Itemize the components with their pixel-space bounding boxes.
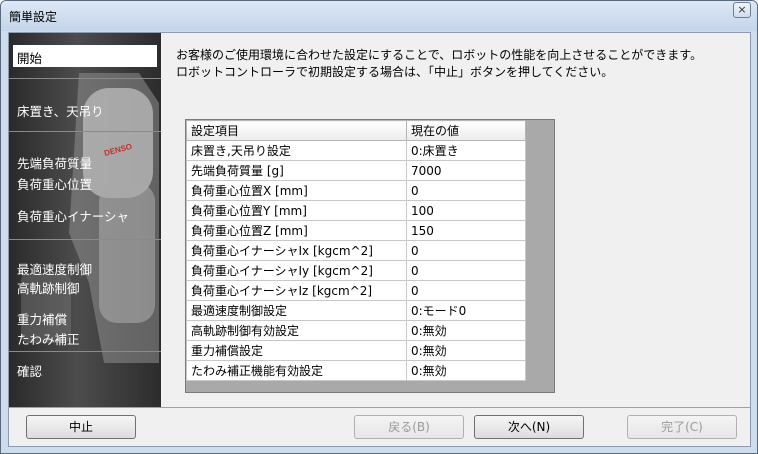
sidebar-item-gravity-comp: 重力補償 [17, 312, 68, 327]
setting-name: 負荷重心イナーシャIx [kgcm^2] [186, 240, 407, 261]
table-row[interactable]: 負荷重心イナーシャIy [kgcm^2] 0 [186, 260, 526, 281]
setting-value: 0 [406, 280, 526, 301]
setting-name: 負荷重心位置Y [mm] [186, 200, 407, 221]
table-header-row: 設定項目 現在の値 [186, 120, 526, 141]
setting-name: 最適速度制御設定 [186, 300, 407, 321]
setting-name: 先端負荷質量 [g] [186, 160, 407, 181]
setting-value: 0:床置き [406, 140, 526, 161]
setting-name: 負荷重心イナーシャIy [kgcm^2] [186, 260, 407, 281]
setting-value: 0:無効 [406, 320, 526, 341]
sidebar-item-payload-inertia: 負荷重心イナーシャ [17, 209, 130, 224]
sidebar-item-start: 開始 [13, 45, 157, 67]
setting-value: 100 [406, 200, 526, 221]
setting-value: 0:無効 [406, 340, 526, 361]
setting-value: 0:無効 [406, 360, 526, 381]
description-text: お客様のご使用環境に合わせた設定にすることで、ロボットの性能を向上させることがで… [176, 47, 702, 81]
table-row[interactable]: 負荷重心イナーシャIx [kgcm^2] 0 [186, 240, 526, 261]
sidebar-item-payload-mass: 先端負荷質量 [17, 156, 93, 171]
table-row[interactable]: 最適速度制御設定 0:モード0 [186, 300, 526, 321]
setting-name: 負荷重心位置X [mm] [186, 180, 407, 201]
sidebar-divider [9, 239, 161, 240]
column-header-item[interactable]: 設定項目 [186, 120, 407, 141]
table-row[interactable]: 重力補償設定 0:無効 [186, 340, 526, 361]
sidebar-item-deflection: たわみ補正 [17, 332, 80, 347]
table-row[interactable]: 負荷重心位置Z [mm] 150 [186, 220, 526, 241]
setting-value: 0 [406, 240, 526, 261]
settings-table-panel: 設定項目 現在の値 床置き,天吊り設定 0:床置き 先端負荷質量 [g] 7000 … [185, 119, 555, 393]
setting-name: 高軌跡制御有効設定 [186, 320, 407, 341]
table-row[interactable]: 高軌跡制御有効設定 0:無効 [186, 320, 526, 341]
table-row[interactable]: 負荷重心位置X [mm] 0 [186, 180, 526, 201]
setting-value: 0 [406, 260, 526, 281]
setting-value: 0 [406, 180, 526, 201]
table-row[interactable]: たわみ補正機能有効設定 0:無効 [186, 360, 526, 381]
setting-name: 重力補償設定 [186, 340, 407, 361]
sidebar-item-mounting: 床置き、天吊り [17, 104, 104, 119]
sidebar-item-confirm: 確認 [17, 364, 43, 379]
table-row[interactable]: 先端負荷質量 [g] 7000 [186, 160, 526, 181]
setting-name: 負荷重心イナーシャIz [kgcm^2] [186, 280, 407, 301]
table-row[interactable]: 床置き,天吊り設定 0:床置き [186, 140, 526, 161]
sidebar-divider [9, 78, 161, 79]
next-button[interactable]: 次へ(N) [474, 415, 584, 439]
sidebar-divider [9, 131, 161, 132]
window-title: 簡単設定 [9, 10, 58, 24]
back-button[interactable]: 戻る(B) [354, 415, 464, 439]
description-line-1: お客様のご使用環境に合わせた設定にすることで、ロボットの性能を向上させることがで… [176, 48, 703, 62]
footer-divider [9, 407, 750, 408]
settings-table: 設定項目 現在の値 床置き,天吊り設定 0:床置き 先端負荷質量 [g] 7000 … [186, 120, 526, 381]
sidebar-item-path-control: 高軌跡制御 [17, 281, 80, 296]
table-row[interactable]: 負荷重心イナーシャIz [kgcm^2] 0 [186, 280, 526, 301]
setting-name: 負荷重心位置Z [mm] [186, 220, 407, 241]
setting-value: 0:モード0 [406, 300, 526, 321]
sidebar-divider [9, 351, 161, 352]
title-bar[interactable]: 簡単設定 × [1, 1, 757, 31]
sidebar-item-speed-control: 最適速度制御 [17, 262, 93, 277]
cancel-button[interactable]: 中止 [26, 415, 136, 439]
close-icon: × [737, 3, 747, 16]
setting-value: 150 [406, 220, 526, 241]
setting-value: 7000 [406, 160, 526, 181]
description-line-2: ロボットコントローラで初期設定する場合は、「中止」ボタンを押してください。 [176, 65, 614, 79]
finish-button[interactable]: 完了(C) [627, 415, 737, 439]
wizard-client-area: DENSO 開始 床置き、天吊り 先端負荷質量 負荷重心位置 負荷重心イナーシャ… [8, 32, 751, 447]
step-sidebar: DENSO 開始 床置き、天吊り 先端負荷質量 負荷重心位置 負荷重心イナーシャ… [9, 33, 161, 407]
column-header-value[interactable]: 現在の値 [406, 120, 526, 141]
setting-name: 床置き,天吊り設定 [186, 140, 407, 161]
table-row[interactable]: 負荷重心位置Y [mm] 100 [186, 200, 526, 221]
wizard-window: 簡単設定 × DENSO 開始 床置き、天吊り 先端負荷質量 負荷重心位置 負荷… [0, 0, 758, 454]
setting-name: たわみ補正機能有効設定 [186, 360, 407, 381]
sidebar-item-payload-center: 負荷重心位置 [17, 177, 93, 192]
close-button[interactable]: × [733, 2, 751, 18]
